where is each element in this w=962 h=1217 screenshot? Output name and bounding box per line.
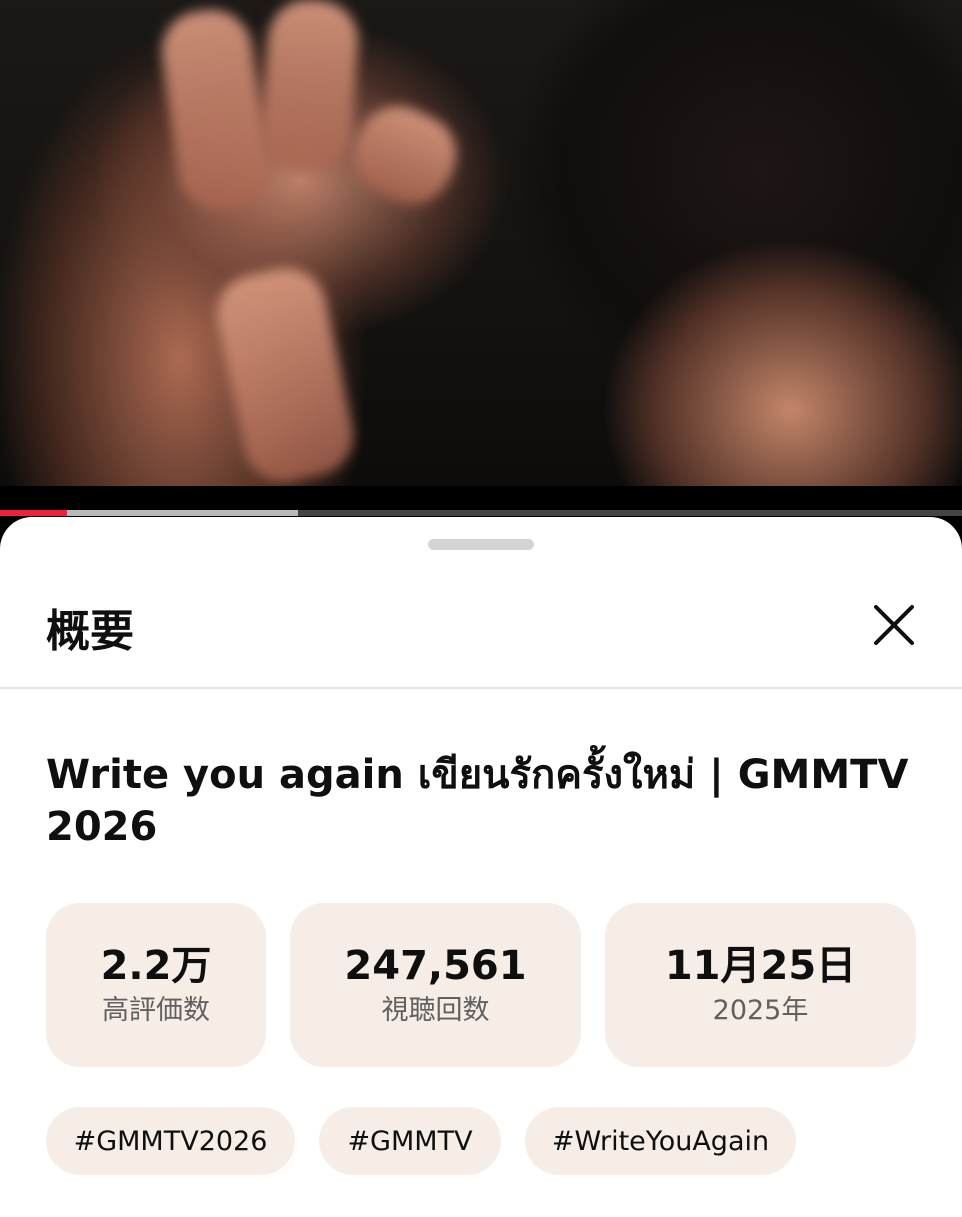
likes-label: 高評価数 — [102, 995, 210, 1026]
description-sheet: 概要 Write you again เขียนรักครั้งใหม่ | G… — [0, 517, 962, 1217]
views-label: 視聴回数 — [381, 995, 490, 1026]
video-letterbox — [0, 486, 962, 512]
progress-played — [0, 510, 67, 516]
sheet-title: 概要 — [46, 606, 134, 657]
views-count: 247,561 — [344, 943, 527, 989]
video-player[interactable] — [0, 0, 962, 512]
upload-year: 2025年 — [712, 995, 809, 1026]
video-frame-detail — [259, 0, 361, 173]
hashtag-chip[interactable]: #WriteYouAgain — [525, 1107, 796, 1175]
video-frame-detail — [209, 260, 361, 490]
close-icon — [874, 605, 914, 645]
close-button[interactable] — [866, 597, 922, 653]
stat-likes: 2.2万 高評価数 — [46, 903, 266, 1067]
hashtag-chip[interactable]: #GMMTV2026 — [46, 1107, 295, 1175]
drag-handle[interactable] — [428, 539, 534, 550]
video-progress-bar[interactable] — [0, 510, 962, 516]
video-frame-detail — [156, 4, 274, 216]
video-frame-detail — [340, 93, 470, 217]
upload-date: 11月25日 — [664, 943, 857, 989]
stat-date: 11月25日 2025年 — [605, 903, 916, 1067]
likes-count: 2.2万 — [100, 943, 212, 989]
stat-views: 247,561 視聴回数 — [290, 903, 581, 1067]
video-title: Write you again เขียนรักครั้งใหม่ | GMMT… — [46, 752, 909, 850]
sheet-header: 概要 — [0, 577, 962, 689]
hashtag-chip[interactable]: #GMMTV — [319, 1107, 501, 1175]
